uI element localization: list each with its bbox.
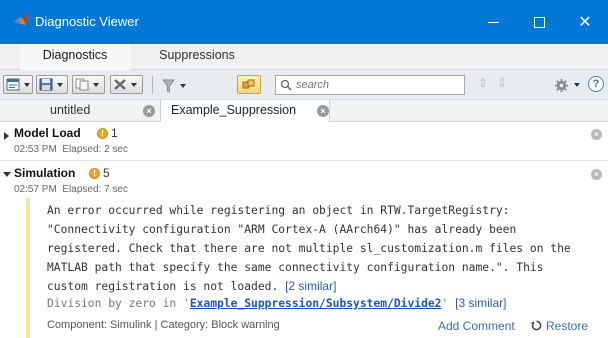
add-comment-link[interactable]: Add Comment — [438, 319, 515, 333]
tab-diagnostics[interactable]: Diagnostics — [20, 44, 130, 70]
warning-accent-bar — [26, 198, 30, 338]
highlight-icon — [242, 79, 255, 89]
next-result-button[interactable]: ⇩ — [497, 76, 507, 90]
maximize-button[interactable] — [516, 0, 562, 44]
filter-icon — [162, 79, 175, 93]
section-simulation[interactable]: Simulation ! 5 02:57 PM Elapsed: 7 sec × — [0, 162, 608, 198]
warning-message: An error occurred while registering an o… — [47, 204, 571, 293]
chevron-down-icon — [57, 82, 63, 87]
search-icon — [280, 79, 292, 91]
filter-dropdown-button[interactable] — [162, 77, 192, 94]
section-divider — [0, 160, 608, 161]
chevron-down-icon — [574, 83, 580, 87]
model-tab-bar: untitled × Example_Suppression × — [0, 100, 608, 122]
close-section-icon[interactable]: × — [591, 169, 602, 180]
title-bar: Diagnostic Viewer ✕ — [0, 0, 608, 44]
help-button[interactable]: ? — [588, 76, 604, 92]
component-category-label: Component: Simulink | Category: Block wa… — [47, 319, 280, 331]
matlab-app-icon — [13, 12, 29, 25]
expand-arrow-icon[interactable] — [4, 132, 9, 140]
settings-dropdown-button[interactable] — [554, 76, 582, 94]
clear-icon — [114, 79, 126, 90]
tab-untitled[interactable]: untitled — [50, 100, 90, 122]
close-tab-example-suppression-icon[interactable]: × — [317, 105, 329, 117]
help-icon: ? — [592, 78, 600, 90]
copy-dropdown-button[interactable] — [72, 75, 105, 94]
minimize-icon — [487, 21, 499, 23]
restore-link[interactable]: Restore — [546, 319, 588, 333]
tab-example-suppression[interactable]: Example_Suppression — [160, 100, 330, 122]
chevron-down-icon — [180, 83, 186, 88]
warning-count: 1 — [111, 126, 118, 140]
chevron-down-icon — [131, 82, 137, 87]
close-window-button[interactable]: ✕ — [562, 0, 608, 44]
section-timestamp: 02:53 PM Elapsed: 2 sec — [14, 144, 128, 155]
report-icon — [6, 78, 20, 91]
window-title: Diagnostic Viewer — [35, 14, 139, 29]
division-warning: Division by zero in 'Example_Suppression… — [47, 296, 507, 310]
highlight-toggle-button[interactable] — [237, 75, 261, 94]
chevron-down-icon — [24, 82, 30, 87]
warning-count: 5 — [103, 166, 110, 180]
save-icon — [39, 78, 53, 91]
section-model-load[interactable]: Model Load ! 1 02:53 PM Elapsed: 2 sec × — [0, 122, 608, 158]
settings-icon — [554, 78, 569, 92]
section-title: Simulation — [14, 166, 76, 180]
tab-label: Example_Suppression — [171, 103, 297, 117]
toolbar: ⇧ ⇩ ? — [0, 70, 608, 100]
section-title: Model Load — [14, 126, 81, 140]
toolbar-divider — [152, 76, 153, 94]
block-path-link[interactable]: Example_Suppression/Subsystem/Divide2 — [190, 297, 442, 310]
close-tab-untitled-icon[interactable]: × — [143, 105, 155, 117]
save-dropdown-button[interactable] — [36, 75, 68, 94]
warning-icon: ! — [97, 128, 108, 139]
clear-dropdown-button[interactable] — [110, 75, 143, 94]
minimize-button[interactable] — [470, 0, 516, 44]
chevron-down-icon — [93, 82, 99, 87]
collapse-arrow-icon[interactable] — [3, 172, 11, 177]
maximize-icon — [533, 16, 545, 28]
similar-link[interactable]: [3 similar] — [455, 296, 506, 310]
copy-icon — [75, 78, 89, 91]
close-icon: ✕ — [578, 14, 592, 31]
previous-result-button[interactable]: ⇧ — [478, 76, 488, 90]
report-dropdown-button[interactable] — [3, 75, 33, 94]
search-field[interactable] — [275, 75, 465, 95]
warning-icon: ! — [89, 168, 100, 179]
restore-icon[interactable] — [531, 320, 542, 331]
close-section-icon[interactable]: × — [591, 129, 602, 140]
similar-link[interactable]: [2 similar] — [285, 279, 336, 293]
section-timestamp: 02:57 PM Elapsed: 7 sec — [14, 184, 128, 195]
main-tab-bar: Diagnostics Suppressions — [0, 44, 608, 70]
search-input[interactable] — [296, 77, 461, 93]
tab-suppressions[interactable]: Suppressions — [152, 44, 242, 70]
